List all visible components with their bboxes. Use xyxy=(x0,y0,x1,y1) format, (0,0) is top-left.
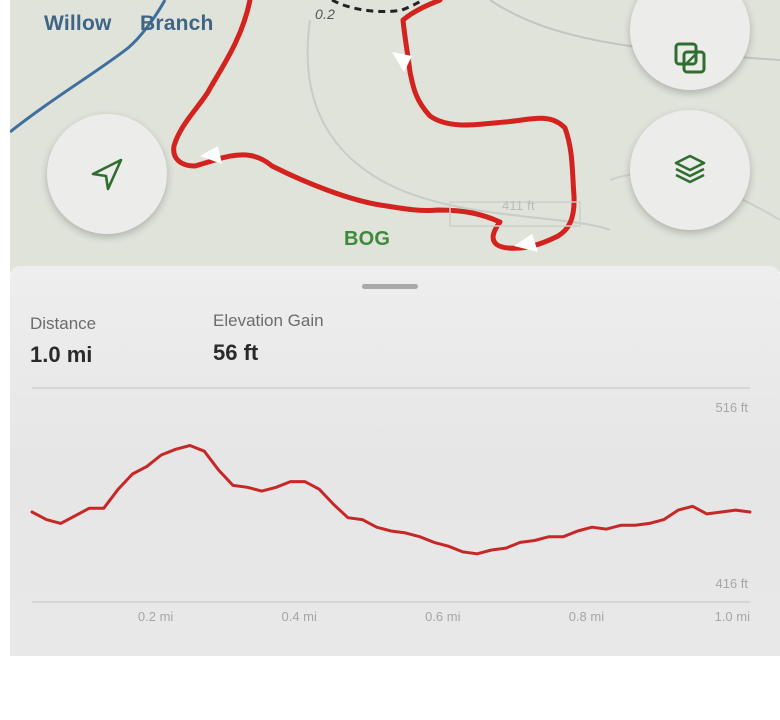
overlapping-squares-icon xyxy=(674,42,706,74)
x-axis-ticks: 0.2 mi 0.4 mi 0.6 mi 0.8 mi 1.0 mi xyxy=(138,609,750,624)
creek-label-branch: Branch xyxy=(140,12,214,35)
navigation-arrow-icon xyxy=(91,158,123,191)
elevation-chart[interactable]: 516 ft 416 ft 0.2 mi 0.4 mi 0.6 mi 0.8 mi 1.… xyxy=(10,378,780,628)
dashed-path xyxy=(331,0,424,14)
elevation-sheet: Distance 1.0 mi Elevation Gain 56 ft 516… xyxy=(10,266,780,656)
x-tick-label: 1.0 mi xyxy=(715,609,751,624)
layers-button[interactable] xyxy=(630,110,750,230)
x-tick-label: 0.4 mi xyxy=(281,609,317,624)
distance-label: Distance xyxy=(30,314,97,333)
distance-value: 1.0 mi xyxy=(30,342,93,367)
elevation-gain-label: Elevation Gain xyxy=(213,311,324,330)
y-min-label: 416 ft xyxy=(715,576,748,591)
x-tick-label: 0.6 mi xyxy=(425,609,461,624)
creek-label-willow: Willow xyxy=(44,12,112,35)
y-max-label: 516 ft xyxy=(715,400,748,415)
elevation-marker-label: 411 ft xyxy=(502,198,535,213)
map-view[interactable]: Willow Branch 0.2 411 ft BOG xyxy=(10,0,780,272)
x-tick-label: 0.2 mi xyxy=(138,609,174,624)
stacked-layers-icon xyxy=(674,154,706,184)
elevation-line xyxy=(30,444,752,556)
sheet-grabber[interactable] xyxy=(362,284,418,289)
elevation-gain-value: 56 ft xyxy=(213,340,259,365)
distance-marker-label: 0.2 xyxy=(315,6,336,22)
area-label-bog: BOG xyxy=(344,228,391,250)
locate-button[interactable] xyxy=(47,114,167,234)
x-tick-label: 0.8 mi xyxy=(569,609,605,624)
